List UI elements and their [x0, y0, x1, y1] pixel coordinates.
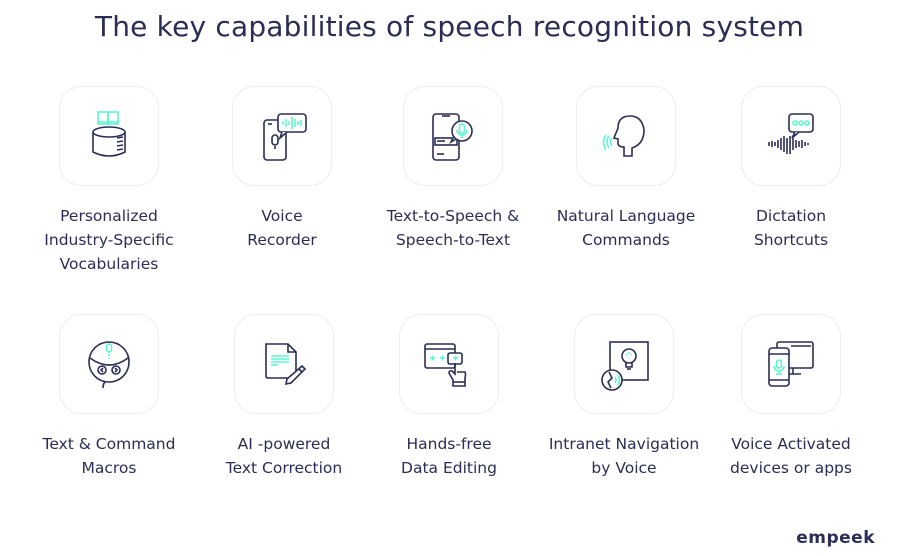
capability-label: Personalized Industry-Specific Vocabular…	[44, 207, 174, 273]
capability-card: Dictation Shortcuts	[706, 86, 876, 252]
capability-card: Voice Activated devices or apps	[706, 314, 876, 480]
capability-card: Text-to-Speech & Speech-to-Text	[368, 86, 538, 252]
capability-label: Hands-free Data Editing	[401, 435, 497, 477]
phone-mic-text-icon	[432, 113, 473, 161]
lightbulb-switch-voice-icon	[601, 341, 649, 391]
icon-tile	[403, 86, 503, 186]
icon-tile	[574, 314, 674, 414]
capability-label: Voice Activated devices or apps	[730, 435, 852, 477]
icon-tile	[234, 314, 334, 414]
capability-label: AI -powered Text Correction	[225, 435, 343, 477]
page-title: The key capabilities of speech recogniti…	[94, 10, 805, 43]
document-pencil-icon	[265, 343, 307, 386]
icon-tile	[232, 86, 332, 186]
icon-tile	[59, 314, 159, 414]
capability-card: Intranet Navigation by Voice	[539, 314, 709, 480]
icon-tile	[741, 86, 841, 186]
capability-card: Hands-free Data Editing	[364, 314, 534, 480]
capability-label: Text & Command Macros	[42, 435, 176, 477]
capability-label: Dictation Shortcuts	[753, 207, 829, 249]
icon-tile	[399, 314, 499, 414]
capability-label: Intranet Navigation by Voice	[548, 435, 700, 477]
icon-tile	[741, 314, 841, 414]
capability-label: Natural Language Commands	[556, 207, 696, 249]
phone-voice-recorder-icon	[263, 113, 307, 161]
soundwave-chat-icon	[768, 113, 814, 154]
speaking-head-icon	[602, 115, 645, 157]
empeek-logo: empeek	[796, 528, 875, 548]
capability-card: AI -powered Text Correction	[199, 314, 369, 480]
capability-card: Personalized Industry-Specific Vocabular…	[24, 86, 194, 276]
capability-card: Natural Language Commands	[541, 86, 711, 252]
capability-label: Voice Recorder	[247, 207, 317, 249]
voice-remote-icon	[88, 341, 130, 389]
icon-tile	[576, 86, 676, 186]
phone-monitor-mic-icon	[768, 341, 814, 387]
capability-card: Text & Command Macros	[24, 314, 194, 480]
icon-tile	[59, 86, 159, 186]
capability-label: Text-to-Speech & Speech-to-Text	[386, 207, 520, 249]
book-database-icon	[92, 111, 126, 157]
capability-card: Voice Recorder	[197, 86, 367, 252]
window-hand-tap-icon	[424, 343, 467, 387]
